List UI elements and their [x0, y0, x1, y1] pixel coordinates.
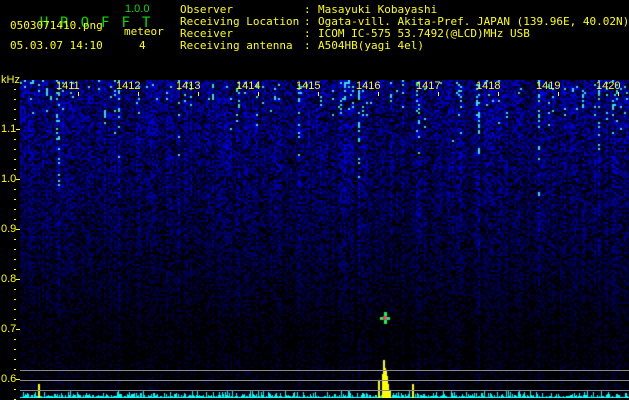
y-tick: [14, 269, 16, 270]
filename: 0503071410.png: [10, 19, 103, 32]
y-tick: [14, 239, 16, 240]
x-tick-label: 1418: [476, 80, 501, 92]
y-tick: [14, 299, 16, 300]
y-tick-label: 0.8: [1, 273, 17, 285]
y-tick: [14, 189, 16, 190]
x-tick: [618, 92, 619, 96]
x-tick: [558, 92, 559, 96]
y-tick: [16, 279, 20, 280]
x-tick-label: 1412: [116, 80, 141, 92]
app-version: 1.0.0: [125, 3, 150, 15]
y-tick: [14, 369, 16, 370]
threshold-line: [20, 390, 629, 391]
y-tick: [16, 229, 20, 230]
y-tick: [14, 309, 16, 310]
y-tick: [14, 139, 16, 140]
info-value: Ogata-vill. Akita-Pref. JAPAN (139.96E, …: [318, 15, 629, 28]
info-separator: :: [304, 27, 311, 40]
y-tick: [16, 329, 20, 330]
y-tick: [14, 119, 16, 120]
x-tick: [78, 92, 79, 96]
x-tick-label: 1415: [296, 80, 321, 92]
info-value: Masayuki Kobayashi: [318, 3, 438, 16]
threshold-line: [20, 370, 629, 371]
x-tick: [318, 92, 319, 96]
y-tick: [14, 209, 16, 210]
y-tick: [14, 149, 16, 150]
x-tick: [378, 92, 379, 96]
x-tick-label: 1411: [56, 80, 80, 92]
info-label: Receiving antenna: [180, 39, 293, 52]
y-tick-label: 1.1: [1, 123, 17, 135]
y-tick: [14, 169, 16, 170]
y-tick: [16, 179, 20, 180]
info-separator: :: [304, 3, 311, 16]
y-tick: [14, 249, 16, 250]
x-tick-label: 1416: [356, 80, 381, 92]
x-tick-label: 1417: [416, 80, 441, 92]
x-tick: [498, 92, 499, 96]
info-label: Observer: [180, 3, 233, 16]
x-tick-label: 1414: [236, 80, 261, 92]
info-separator: :: [304, 39, 311, 52]
y-tick: [14, 89, 16, 90]
y-tick: [16, 129, 20, 130]
x-tick: [438, 92, 439, 96]
y-tick-label: 0.9: [1, 223, 17, 235]
meteor-count: 4: [139, 39, 146, 52]
info-value: A504HB(yagi 4el): [318, 39, 424, 52]
x-tick-label: 1420: [596, 80, 621, 92]
info-separator: :: [304, 15, 311, 28]
y-tick: [14, 259, 16, 260]
y-tick: [14, 289, 16, 290]
y-tick: [14, 349, 16, 350]
y-tick-label: 1.0: [1, 173, 17, 185]
x-tick: [198, 92, 199, 96]
y-tick: [14, 219, 16, 220]
y-axis-unit: kHz: [1, 74, 20, 86]
x-tick: [138, 92, 139, 96]
x-tick-label: 1419: [536, 80, 561, 92]
y-tick: [14, 99, 16, 100]
threshold-line: [20, 380, 629, 381]
y-tick-label: 0.7: [1, 323, 17, 335]
spectrogram: [20, 80, 629, 398]
y-tick: [14, 359, 16, 360]
y-tick: [14, 339, 16, 340]
x-tick: [258, 92, 259, 96]
y-tick: [14, 319, 16, 320]
y-tick: [14, 159, 16, 160]
info-label: Receiving Location: [180, 15, 300, 28]
meteor-label: meteor: [124, 25, 164, 38]
y-tick: [14, 109, 16, 110]
x-tick-label: 1413: [176, 80, 201, 92]
info-label: Receiver: [180, 27, 233, 40]
info-value: ICOM IC-575 53.7492(@LCD)MHz USB: [318, 27, 530, 40]
y-tick-label: 0.6: [1, 373, 17, 385]
datetime: 05.03.07 14:10: [10, 39, 103, 52]
y-tick: [14, 389, 16, 390]
y-tick: [14, 199, 16, 200]
